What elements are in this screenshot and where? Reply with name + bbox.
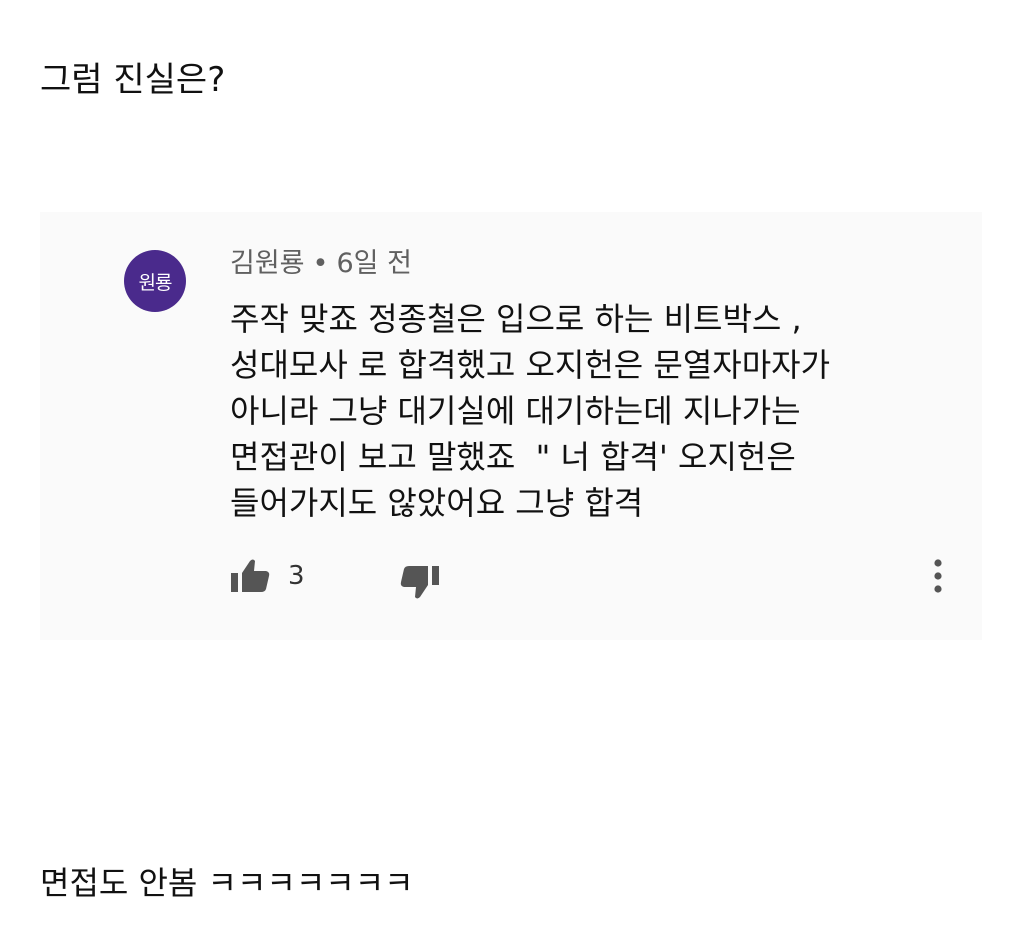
comment-author[interactable]: 김원룡: [230, 248, 305, 279]
comment-line: 아니라 그냥 대기실에 대기하는데 지나가는: [230, 392, 801, 430]
avatar[interactable]: 원룡: [124, 250, 186, 312]
more-options-button[interactable]: [926, 556, 950, 596]
comment-body: 주작 맞죠 정종철은 입으로 하는 비트박스 , 성대모사 로 합격했고 오지헌…: [230, 296, 930, 526]
comment-line: 들어가지도 않았어요 그냥 합격: [230, 484, 644, 522]
avatar-text: 원룡: [138, 271, 173, 294]
thumbs-up-icon: [231, 559, 270, 592]
like-button[interactable]: [230, 558, 272, 594]
like-count: 3: [288, 561, 305, 591]
comment-meta: 김원룡 • 6일 전: [230, 246, 412, 282]
thumbs-down-icon: [400, 566, 439, 599]
comment-line: 면접관이 보고 말했죠 " 너 합격' 오지헌은: [230, 438, 796, 476]
comment-line: 주작 맞죠 정종철은 입으로 하는 비트박스 ,: [230, 300, 802, 338]
dislike-button[interactable]: [398, 564, 440, 600]
comment-time[interactable]: 6일 전: [336, 248, 411, 279]
post-heading: 그럼 진실은?: [40, 60, 226, 100]
post-footer: 면접도 안봄 ㅋㅋㅋㅋㅋㅋㅋ: [40, 864, 414, 902]
meta-separator: •: [312, 248, 329, 279]
comment-action-bar: 3: [230, 552, 950, 600]
comment-line: 성대모사 로 합격했고 오지헌은 문열자마자가: [230, 346, 831, 384]
comment-card: 원룡 김원룡 • 6일 전 주작 맞죠 정종철은 입으로 하는 비트박스 , 성대모…: [40, 212, 982, 640]
more-vert-icon: [934, 559, 942, 593]
